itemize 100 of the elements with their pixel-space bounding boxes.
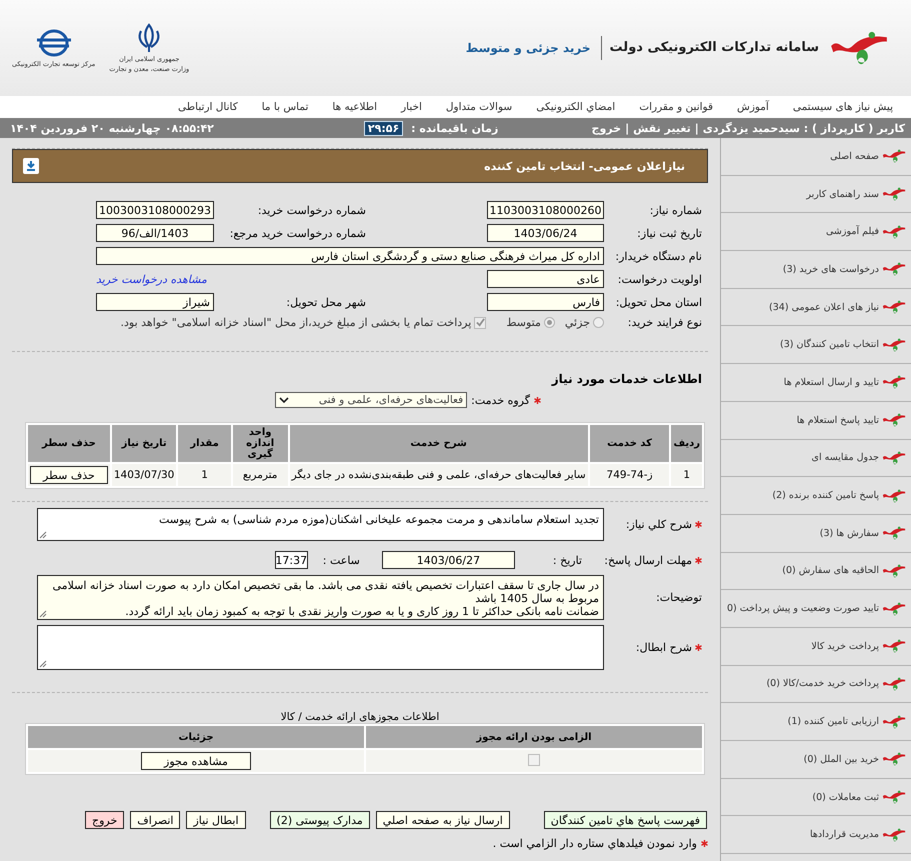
- service-group-select[interactable]: فعالیت‌های حرفه‌ای، علمی و فنی: [275, 392, 468, 408]
- text-field[interactable]: اداره کل میراث فرهنگی صنایع دستی و گردشگری استان فارس: [96, 247, 604, 265]
- sidebar-item[interactable]: پرداخت خرید خدمت/کالا (0): [721, 666, 911, 704]
- sidebar-item[interactable]: نیاز های اعلان عمومی (34): [721, 288, 911, 326]
- field-label: شرح کلي نياز:: [626, 518, 692, 531]
- download-icon[interactable]: [23, 158, 39, 174]
- action-button[interactable]: خروج: [85, 811, 124, 829]
- column-header: جزئیات: [28, 726, 364, 748]
- field-label: استان محل تحویل:: [614, 296, 702, 308]
- logo-icon: [882, 602, 906, 616]
- field-label: شهر محل تحویل:: [285, 296, 366, 308]
- text-field[interactable]: 1103003108000260: [487, 201, 604, 219]
- time-label: ساعت :: [322, 554, 360, 566]
- logo-icon: [882, 714, 906, 729]
- sidebar-item[interactable]: سند راهنمای کاربر: [721, 176, 911, 214]
- sidebar-item[interactable]: صفحه اصلی: [721, 138, 911, 176]
- sidebar-item[interactable]: ارزیابی تامین کننده (1): [721, 703, 911, 741]
- logo-icon: [882, 300, 906, 314]
- action-button[interactable]: ارسال نياز به صفحه اصلي: [376, 811, 510, 829]
- sidebar-item[interactable]: مدیریت قراردادها: [721, 816, 911, 854]
- notes-textarea[interactable]: در سال جاری تا سقف اعتبارات تخصیص یافته نقدی می باشد. ما بقی تخصیص امکان دارد به صورت اسناد خزانه اسلامی مربوط به سال 1405 باشد ضمانت نامه بانکی حداکثر تا 1 روز کاری و یا به صورت واریز نقدی با توجه به کمبود زمان باید ارائه گردد.: [37, 575, 604, 620]
- text-field[interactable]: 1403/06/24: [487, 224, 604, 242]
- action-button[interactable]: فهرست پاسخ هاي تامين كنندگان: [544, 811, 707, 829]
- field-label: نوع فرایند خرید:: [626, 316, 702, 329]
- action-button[interactable]: انصراف: [130, 811, 180, 829]
- field-label: تاریخ ثبت نیاز:: [636, 226, 702, 240]
- status-link[interactable]: خروج: [592, 122, 622, 134]
- site-subtitle: خرید جزئی و متوسط: [466, 41, 591, 55]
- resize-grip-icon[interactable]: [39, 660, 47, 668]
- logo-icon: [882, 752, 906, 766]
- caret-icon: [279, 396, 290, 404]
- resize-grip-icon[interactable]: [39, 531, 47, 539]
- logo-icon: [882, 262, 906, 276]
- sidebar-item[interactable]: پرداخت خرید کالا: [721, 628, 911, 666]
- delete-row-button[interactable]: حذف سطر: [30, 466, 108, 484]
- nav-link[interactable]: امضاي الکترونیکی: [524, 101, 628, 113]
- nav-link[interactable]: سوالات متداول: [434, 101, 524, 113]
- sidebar-item[interactable]: فیلم آموزشی: [721, 213, 911, 252]
- column-header: حذف سطر: [28, 425, 110, 462]
- permits-title: اطلاعات مجوزهای ارائه خدمت / کالا: [280, 711, 440, 723]
- nav-link[interactable]: آموزش: [725, 101, 781, 113]
- time-field[interactable]: 17:37: [274, 551, 308, 569]
- view-request-link[interactable]: مشاهده درخواست خرید: [96, 272, 214, 286]
- panel-title: نیازاعلان عمومی- انتخاب تامین کننده: [484, 160, 685, 172]
- nav-link[interactable]: کانال ارتباطی: [166, 101, 250, 113]
- required-note: وارد نمودن فیلدهاي ستاره دار الزامي است .: [492, 837, 697, 850]
- logo-icon: [882, 790, 906, 804]
- field-label: شماره نیاز:: [648, 204, 702, 216]
- date-field[interactable]: 1403/06/27: [382, 551, 515, 569]
- logo-icon: [882, 149, 906, 164]
- field-label: شرح ابطال:: [636, 641, 692, 654]
- text-field[interactable]: عادی: [487, 270, 604, 288]
- table-cell: 1: [671, 464, 702, 486]
- nav-link[interactable]: پیش نیاز های سیستمی: [780, 101, 905, 113]
- column-header: مقدار: [178, 425, 231, 462]
- checkbox-label: پرداخت تمام یا بخشی از مبلغ خرید،از محل "اسناد خزانه اسلامی" خواهد بود.: [120, 316, 472, 329]
- sidebar-item[interactable]: انتخاب تامین کنندگان (3): [721, 326, 911, 364]
- column-header: شرح خدمت: [290, 425, 588, 462]
- logo-icon: [882, 338, 906, 352]
- field-label: گروه خدمت:: [471, 394, 530, 406]
- nav-link[interactable]: قوانین و مقررات: [627, 101, 725, 113]
- status-link[interactable]: تغییر نقش: [633, 122, 691, 134]
- sidebar-item[interactable]: تایید پاسخ استعلام ها: [721, 402, 911, 440]
- logo-icon: [882, 375, 906, 390]
- text-field[interactable]: 1003003108000293: [96, 201, 214, 219]
- field-label: شماره درخواست خرید:: [256, 204, 366, 216]
- cancel-reason-textarea[interactable]: [37, 625, 604, 670]
- table-cell: سایر فعالیت‌های حرفه‌ای، علمی و فنی طبقه‌بندی‌نشده در جای دیگر: [290, 464, 588, 486]
- action-button[interactable]: مدارک پیوستی (2): [270, 811, 370, 829]
- resize-grip-icon[interactable]: [39, 610, 47, 618]
- column-header: تاریخ نیاز: [112, 425, 176, 462]
- column-header: کد خدمت: [590, 425, 670, 462]
- logo-icon: [882, 450, 906, 465]
- sidebar-item[interactable]: خرید بین الملل (0): [721, 741, 911, 779]
- sidebar-item[interactable]: تایید و ارسال استعلام ها: [721, 364, 911, 402]
- text-field[interactable]: 1403/الف/96: [96, 224, 214, 242]
- logo-icon: [882, 413, 906, 428]
- logo-icon: [882, 639, 906, 654]
- nav-link[interactable]: تماس با ما: [250, 101, 320, 113]
- sidebar-item[interactable]: درخواست های خرید (3): [721, 251, 911, 289]
- sidebar-item[interactable]: ثبت معاملات (0): [721, 778, 911, 816]
- text-field[interactable]: شیراز: [96, 293, 214, 311]
- table-cell: مترمربع: [232, 464, 288, 486]
- session-timer: ۲۹:۵۶: [364, 120, 404, 136]
- sidebar-item[interactable]: سفارش ها (3): [721, 514, 911, 553]
- separator: |: [625, 122, 630, 134]
- description-textarea[interactable]: تجدید استعلام ساماندهی و مرمت مجموعه علیخانی اشکنان(موزه مردم شناسی) به شرح پیوست: [37, 508, 604, 541]
- sidebar-item[interactable]: الحاقیه های سفارش (0): [721, 552, 911, 590]
- logo-icon: [882, 488, 906, 503]
- sidebar-item[interactable]: جدول مقایسه ای: [721, 440, 911, 478]
- action-button[interactable]: ابطال نیاز: [186, 811, 246, 829]
- clock: ۰۸:۵۵:۴۲: [164, 122, 214, 134]
- section-title: اطلاعات خدمات مورد نیاز: [550, 372, 702, 386]
- nav-link[interactable]: اخبار: [389, 101, 434, 113]
- text-field[interactable]: فارس: [487, 293, 604, 311]
- column-header: الزامی بودن ارائه مجوز: [366, 726, 702, 748]
- date-label: تاریخ :: [552, 554, 582, 566]
- sidebar-item[interactable]: تایید صورت وضعیت و پیش پرداخت (0: [721, 590, 911, 628]
- nav-link[interactable]: اطلاعیه ها: [320, 101, 390, 113]
- sidebar-item[interactable]: پاسخ تامین کننده برنده (2): [721, 477, 911, 515]
